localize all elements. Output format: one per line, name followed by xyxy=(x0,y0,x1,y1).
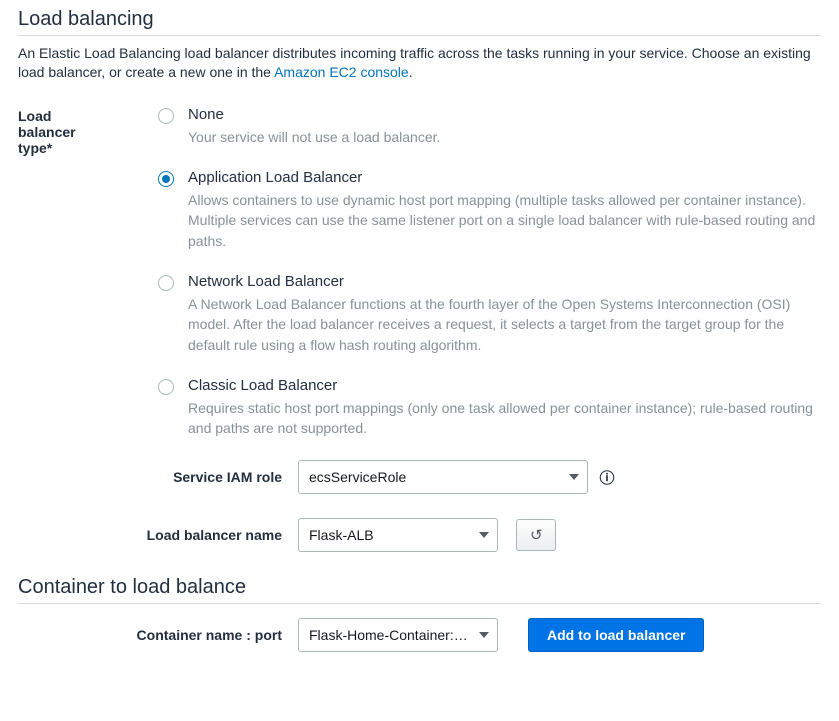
load-balancer-name-label: Load balancer name xyxy=(18,527,298,543)
load-balancer-name-select[interactable]: Flask-ALB xyxy=(298,518,498,552)
refresh-button[interactable]: ↻ xyxy=(516,519,556,551)
container-name-port-select[interactable]: Flask-Home-Container:0… xyxy=(298,618,498,652)
intro-text-a: An Elastic Load Balancing load balancer … xyxy=(18,45,811,80)
add-to-load-balancer-button[interactable]: Add to load balancer xyxy=(528,618,704,652)
intro-paragraph: An Elastic Load Balancing load balancer … xyxy=(18,44,821,82)
caret-down-icon xyxy=(479,632,489,638)
option-desc-none: Your service will not use a load balance… xyxy=(188,127,821,147)
option-title-clb: Classic Load Balancer xyxy=(188,377,821,394)
option-desc-alb: Allows containers to use dynamic host po… xyxy=(188,190,821,251)
radio-none[interactable] xyxy=(158,108,174,124)
option-title-nlb: Network Load Balancer xyxy=(188,273,821,290)
container-name-port-value: Flask-Home-Container:0… xyxy=(309,627,471,643)
section-title-load-balancing: Load balancing xyxy=(18,8,821,36)
intro-text-b: . xyxy=(409,64,413,80)
service-iam-role-value: ecsServiceRole xyxy=(309,469,561,485)
option-desc-nlb: A Network Load Balancer functions at the… xyxy=(188,294,821,355)
radio-clb[interactable] xyxy=(158,379,174,395)
caret-down-icon xyxy=(569,474,579,480)
refresh-icon: ↻ xyxy=(530,526,543,544)
info-icon[interactable]: ⓘ xyxy=(598,468,616,486)
section-title-container: Container to load balance xyxy=(18,576,821,604)
ec2-console-link[interactable]: Amazon EC2 console xyxy=(274,64,409,80)
radio-alb[interactable] xyxy=(158,171,174,187)
load-balancer-type-label: Load balancer type* xyxy=(18,106,158,156)
option-title-none: None xyxy=(188,106,821,123)
load-balancer-name-value: Flask-ALB xyxy=(309,527,471,543)
container-name-port-label: Container name : port xyxy=(18,627,298,643)
service-iam-role-select[interactable]: ecsServiceRole xyxy=(298,460,588,494)
service-iam-role-label: Service IAM role xyxy=(18,469,298,485)
radio-nlb[interactable] xyxy=(158,275,174,291)
option-title-alb: Application Load Balancer xyxy=(188,169,821,186)
option-desc-clb: Requires static host port mappings (only… xyxy=(188,398,821,439)
caret-down-icon xyxy=(479,532,489,538)
